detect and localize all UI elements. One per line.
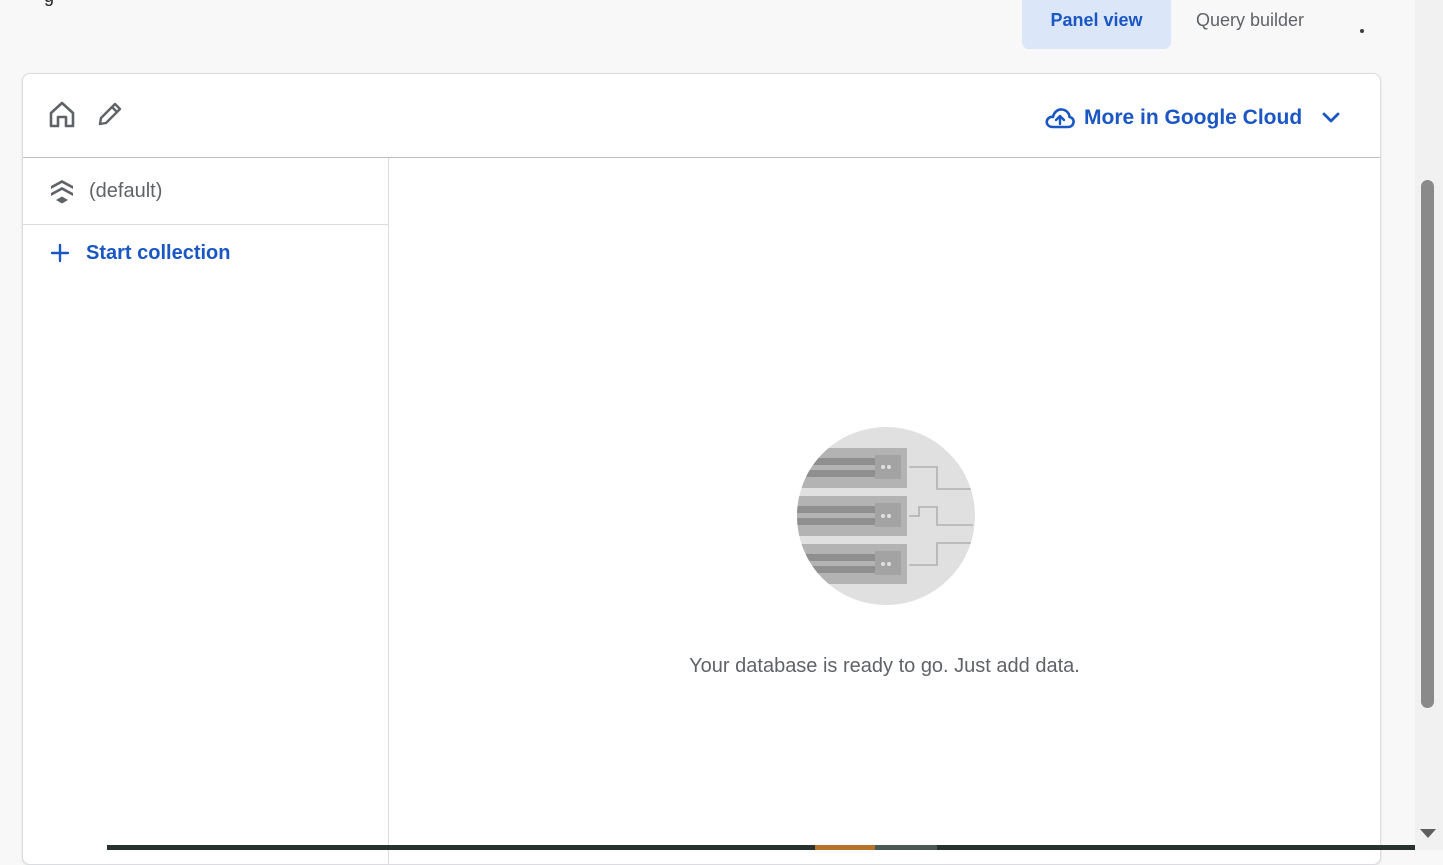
- edit-icon[interactable]: [96, 100, 124, 128]
- collections-pane: (default) Start collection: [23, 158, 389, 864]
- firestore-data-panel: More in Google Cloud (default) Start col…: [22, 73, 1381, 865]
- document-pane: Your database is ready to go. Just add d…: [389, 158, 1380, 864]
- tab-panel-view-label: Panel view: [1050, 10, 1143, 30]
- chevron-down-icon: [1322, 112, 1340, 123]
- database-root-item[interactable]: (default): [23, 158, 388, 225]
- start-collection-button[interactable]: Start collection: [48, 238, 230, 268]
- cloud-icon: [1045, 108, 1075, 129]
- tab-query-builder-label: Query builder: [1196, 10, 1305, 30]
- plus-icon: [50, 243, 70, 263]
- panel-toolbar: More in Google Cloud: [23, 74, 1380, 158]
- scrollbar-thumb[interactable]: [1421, 180, 1434, 708]
- more-vert-icon[interactable]: [1355, 22, 1369, 42]
- more-in-google-cloud-label: More in Google Cloud: [1084, 106, 1303, 129]
- start-collection-label: Start collection: [86, 241, 231, 264]
- empty-state-message: Your database is ready to go. Just add d…: [689, 655, 1080, 677]
- bottom-edge-strip: [107, 845, 1415, 850]
- home-icon[interactable]: [47, 99, 77, 129]
- more-in-google-cloud-menu[interactable]: More in Google Cloud: [1045, 101, 1342, 135]
- database-server-illustration: [797, 427, 975, 605]
- firestore-icon: [51, 180, 73, 204]
- database-name: (default): [89, 180, 163, 202]
- scroll-down-arrow-icon[interactable]: [1420, 829, 1436, 838]
- page-title-fragment: g: [44, 0, 54, 7]
- tab-panel-view[interactable]: Panel view: [1022, 0, 1171, 49]
- top-header-strip: g Panel view Query builder: [0, 0, 1415, 60]
- tab-query-builder[interactable]: Query builder: [1186, 0, 1332, 40]
